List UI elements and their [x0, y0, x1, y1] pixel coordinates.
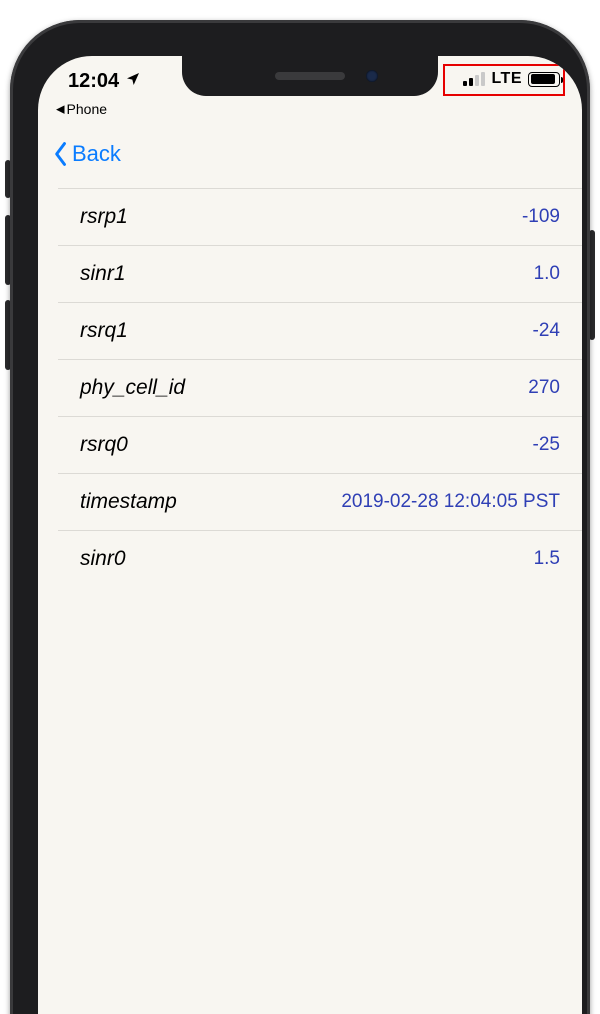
list-item: sinr0 1.5 — [58, 530, 582, 587]
nav-bar: Back — [38, 126, 582, 182]
network-label: LTE — [491, 70, 522, 88]
item-value: -109 — [522, 206, 560, 228]
phone-frame: 12:04 ◂ Phone LTE — [10, 20, 590, 1014]
breadcrumb-label: Phone — [67, 101, 107, 117]
back-button[interactable]: Back — [52, 141, 121, 167]
data-list: rsrp1 -109 sinr1 1.0 rsrq1 -24 phy_cell_… — [38, 188, 582, 587]
item-value: 1.0 — [534, 263, 560, 285]
list-item: sinr1 1.0 — [58, 245, 582, 302]
status-time: 12:04 — [68, 70, 119, 93]
item-label: rsrq0 — [80, 433, 128, 457]
chevron-left-icon — [52, 141, 70, 167]
item-value: -24 — [533, 320, 560, 342]
list-item: rsrq1 -24 — [58, 302, 582, 359]
battery-icon — [528, 72, 560, 87]
item-value: 2019-02-28 12:04:05 PST — [341, 491, 560, 513]
list-item: rsrq0 -25 — [58, 416, 582, 473]
list-item: phy_cell_id 270 — [58, 359, 582, 416]
signal-bars-icon — [463, 72, 485, 86]
item-label: sinr1 — [80, 262, 126, 286]
speaker-grille — [275, 72, 345, 80]
list-item: rsrp1 -109 — [58, 188, 582, 245]
device-notch — [182, 56, 438, 96]
front-camera — [366, 70, 378, 82]
item-value: 270 — [528, 377, 560, 399]
back-label: Back — [72, 141, 121, 167]
chevron-left-icon: ◂ — [56, 100, 65, 117]
item-value: 1.5 — [534, 548, 560, 570]
item-label: rsrq1 — [80, 319, 128, 343]
item-value: -25 — [533, 434, 560, 456]
screen: 12:04 ◂ Phone LTE — [38, 56, 582, 1014]
item-label: sinr0 — [80, 547, 126, 571]
item-label: phy_cell_id — [80, 376, 185, 400]
item-label: timestamp — [80, 490, 177, 514]
location-arrow-icon — [125, 70, 141, 93]
list-item: timestamp 2019-02-28 12:04:05 PST — [58, 473, 582, 530]
breadcrumb[interactable]: ◂ Phone — [56, 100, 107, 117]
item-label: rsrp1 — [80, 205, 128, 229]
